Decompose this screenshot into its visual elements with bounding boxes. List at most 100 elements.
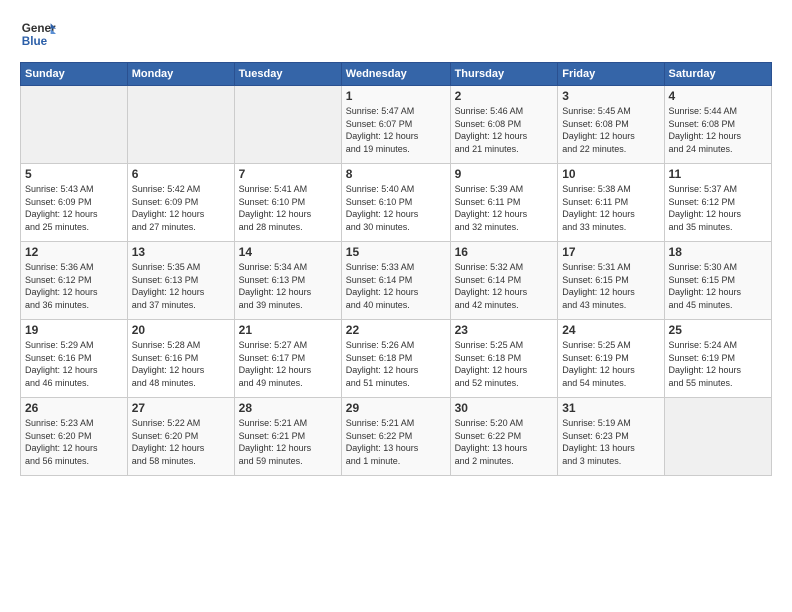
calendar-cell: 26Sunrise: 5:23 AM Sunset: 6:20 PM Dayli… bbox=[21, 398, 128, 476]
day-number: 27 bbox=[132, 401, 230, 415]
day-info: Sunrise: 5:23 AM Sunset: 6:20 PM Dayligh… bbox=[25, 417, 123, 467]
day-number: 11 bbox=[669, 167, 767, 181]
day-number: 21 bbox=[239, 323, 337, 337]
day-number: 22 bbox=[346, 323, 446, 337]
calendar-cell: 12 Sunrise: 5:36 AM Sunset: 6:12 PM Dayli… bbox=[21, 242, 128, 320]
day-number: 20 bbox=[132, 323, 230, 337]
weekday-header: Wednesday bbox=[341, 63, 450, 86]
day-number: 17 bbox=[562, 245, 659, 259]
calendar-cell: 25 Sunrise: 5:24 AM Sunset: 6:19 PM Dayli… bbox=[664, 320, 771, 398]
day-info: Sunrise: 5:39 AM Sunset: 6:11 PM Dayligh… bbox=[455, 183, 554, 233]
calendar-cell: 2 Sunrise: 5:46 AM Sunset: 6:08 PM Daylig… bbox=[450, 86, 558, 164]
logo-icon: General Blue bbox=[20, 16, 56, 52]
calendar-cell: 16Sunrise: 5:32 AM Sunset: 6:14 PM Dayli… bbox=[450, 242, 558, 320]
logo: General Blue bbox=[20, 16, 56, 52]
day-number: 15 bbox=[346, 245, 446, 259]
day-number: 13 bbox=[132, 245, 230, 259]
calendar-cell: 15 Sunrise: 5:33 AM Sunset: 6:14 PM Dayli… bbox=[341, 242, 450, 320]
day-info: Sunrise: 5:36 AM Sunset: 6:12 PM Dayligh… bbox=[25, 261, 123, 311]
calendar-cell: 4 Sunrise: 5:44 AM Sunset: 6:08 PM Daylig… bbox=[664, 86, 771, 164]
calendar-cell: 22 Sunrise: 5:26 AM Sunset: 6:18 PM Dayli… bbox=[341, 320, 450, 398]
day-info: Sunrise: 5:32 AM Sunset: 6:14 PM Dayligh… bbox=[455, 261, 554, 311]
calendar-cell: 29 Sunrise: 5:21 AM Sunset: 6:22 PM Dayli… bbox=[341, 398, 450, 476]
day-info: Sunrise: 5:26 AM Sunset: 6:18 PM Dayligh… bbox=[346, 339, 446, 389]
calendar-cell bbox=[234, 86, 341, 164]
day-info: Sunrise: 5:29 AM Sunset: 6:16 PM Dayligh… bbox=[25, 339, 123, 389]
calendar-cell: 20 Sunrise: 5:28 AM Sunset: 6:16 PM Dayli… bbox=[127, 320, 234, 398]
day-number: 28 bbox=[239, 401, 337, 415]
weekday-header: Thursday bbox=[450, 63, 558, 86]
day-number: 31 bbox=[562, 401, 659, 415]
day-info: Sunrise: 5:28 AM Sunset: 6:16 PM Dayligh… bbox=[132, 339, 230, 389]
day-number: 4 bbox=[669, 89, 767, 103]
day-number: 5 bbox=[25, 167, 123, 181]
calendar-cell bbox=[664, 398, 771, 476]
calendar-cell: 6 Sunrise: 5:42 AM Sunset: 6:09 PM Daylig… bbox=[127, 164, 234, 242]
header: General Blue bbox=[20, 16, 772, 52]
calendar-cell: 5 Sunrise: 5:43 AM Sunset: 6:09 PM Daylig… bbox=[21, 164, 128, 242]
day-number: 3 bbox=[562, 89, 659, 103]
day-number: 7 bbox=[239, 167, 337, 181]
day-info: Sunrise: 5:43 AM Sunset: 6:09 PM Dayligh… bbox=[25, 183, 123, 233]
day-info: Sunrise: 5:45 AM Sunset: 6:08 PM Dayligh… bbox=[562, 105, 659, 155]
day-number: 1 bbox=[346, 89, 446, 103]
day-info: Sunrise: 5:42 AM Sunset: 6:09 PM Dayligh… bbox=[132, 183, 230, 233]
day-number: 18 bbox=[669, 245, 767, 259]
calendar-cell: 24 Sunrise: 5:25 AM Sunset: 6:19 PM Dayli… bbox=[558, 320, 664, 398]
calendar-cell: 30Sunrise: 5:20 AM Sunset: 6:22 PM Dayli… bbox=[450, 398, 558, 476]
day-info: Sunrise: 5:41 AM Sunset: 6:10 PM Dayligh… bbox=[239, 183, 337, 233]
calendar-cell: 17 Sunrise: 5:31 AM Sunset: 6:15 PM Dayli… bbox=[558, 242, 664, 320]
day-info: Sunrise: 5:20 AM Sunset: 6:22 PM Dayligh… bbox=[455, 417, 554, 467]
day-info: Sunrise: 5:25 AM Sunset: 6:18 PM Dayligh… bbox=[455, 339, 554, 389]
day-info: Sunrise: 5:47 AM Sunset: 6:07 PM Dayligh… bbox=[346, 105, 446, 155]
day-info: Sunrise: 5:24 AM Sunset: 6:19 PM Dayligh… bbox=[669, 339, 767, 389]
day-info: Sunrise: 5:40 AM Sunset: 6:10 PM Dayligh… bbox=[346, 183, 446, 233]
calendar-cell: 21 Sunrise: 5:27 AM Sunset: 6:17 PM Dayli… bbox=[234, 320, 341, 398]
day-info: Sunrise: 5:22 AM Sunset: 6:20 PM Dayligh… bbox=[132, 417, 230, 467]
calendar-cell: 1 Sunrise: 5:47 AM Sunset: 6:07 PM Daylig… bbox=[341, 86, 450, 164]
calendar-cell: 3 Sunrise: 5:45 AM Sunset: 6:08 PM Daylig… bbox=[558, 86, 664, 164]
calendar-page: General Blue SundayMondayTuesdayWednesda… bbox=[0, 0, 792, 612]
day-info: Sunrise: 5:31 AM Sunset: 6:15 PM Dayligh… bbox=[562, 261, 659, 311]
day-number: 14 bbox=[239, 245, 337, 259]
day-number: 6 bbox=[132, 167, 230, 181]
weekday-header: Monday bbox=[127, 63, 234, 86]
calendar-cell bbox=[21, 86, 128, 164]
day-info: Sunrise: 5:35 AM Sunset: 6:13 PM Dayligh… bbox=[132, 261, 230, 311]
day-info: Sunrise: 5:46 AM Sunset: 6:08 PM Dayligh… bbox=[455, 105, 554, 155]
calendar-cell bbox=[127, 86, 234, 164]
day-number: 10 bbox=[562, 167, 659, 181]
calendar-cell: 14Sunrise: 5:34 AM Sunset: 6:13 PM Dayli… bbox=[234, 242, 341, 320]
day-info: Sunrise: 5:21 AM Sunset: 6:22 PM Dayligh… bbox=[346, 417, 446, 467]
day-info: Sunrise: 5:33 AM Sunset: 6:14 PM Dayligh… bbox=[346, 261, 446, 311]
calendar-cell: 23Sunrise: 5:25 AM Sunset: 6:18 PM Dayli… bbox=[450, 320, 558, 398]
day-info: Sunrise: 5:30 AM Sunset: 6:15 PM Dayligh… bbox=[669, 261, 767, 311]
calendar-cell: 11Sunrise: 5:37 AM Sunset: 6:12 PM Dayli… bbox=[664, 164, 771, 242]
day-number: 12 bbox=[25, 245, 123, 259]
day-number: 19 bbox=[25, 323, 123, 337]
calendar-cell: 10 Sunrise: 5:38 AM Sunset: 6:11 PM Dayli… bbox=[558, 164, 664, 242]
calendar-cell: 8 Sunrise: 5:40 AM Sunset: 6:10 PM Daylig… bbox=[341, 164, 450, 242]
day-info: Sunrise: 5:21 AM Sunset: 6:21 PM Dayligh… bbox=[239, 417, 337, 467]
calendar-cell: 13 Sunrise: 5:35 AM Sunset: 6:13 PM Dayli… bbox=[127, 242, 234, 320]
day-info: Sunrise: 5:44 AM Sunset: 6:08 PM Dayligh… bbox=[669, 105, 767, 155]
day-number: 24 bbox=[562, 323, 659, 337]
day-number: 8 bbox=[346, 167, 446, 181]
weekday-header: Tuesday bbox=[234, 63, 341, 86]
calendar-cell: 19 Sunrise: 5:29 AM Sunset: 6:16 PM Dayli… bbox=[21, 320, 128, 398]
weekday-header: Friday bbox=[558, 63, 664, 86]
calendar-cell: 27 Sunrise: 5:22 AM Sunset: 6:20 PM Dayli… bbox=[127, 398, 234, 476]
day-number: 25 bbox=[669, 323, 767, 337]
calendar-cell: 9 Sunrise: 5:39 AM Sunset: 6:11 PM Daylig… bbox=[450, 164, 558, 242]
day-info: Sunrise: 5:27 AM Sunset: 6:17 PM Dayligh… bbox=[239, 339, 337, 389]
calendar-cell: 18 Sunrise: 5:30 AM Sunset: 6:15 PM Dayli… bbox=[664, 242, 771, 320]
day-number: 29 bbox=[346, 401, 446, 415]
day-info: Sunrise: 5:38 AM Sunset: 6:11 PM Dayligh… bbox=[562, 183, 659, 233]
day-number: 2 bbox=[455, 89, 554, 103]
calendar-cell: 28 Sunrise: 5:21 AM Sunset: 6:21 PM Dayli… bbox=[234, 398, 341, 476]
day-info: Sunrise: 5:25 AM Sunset: 6:19 PM Dayligh… bbox=[562, 339, 659, 389]
weekday-header: Saturday bbox=[664, 63, 771, 86]
day-number: 9 bbox=[455, 167, 554, 181]
svg-text:Blue: Blue bbox=[22, 35, 48, 48]
calendar-table: SundayMondayTuesdayWednesdayThursdayFrid… bbox=[20, 62, 772, 476]
